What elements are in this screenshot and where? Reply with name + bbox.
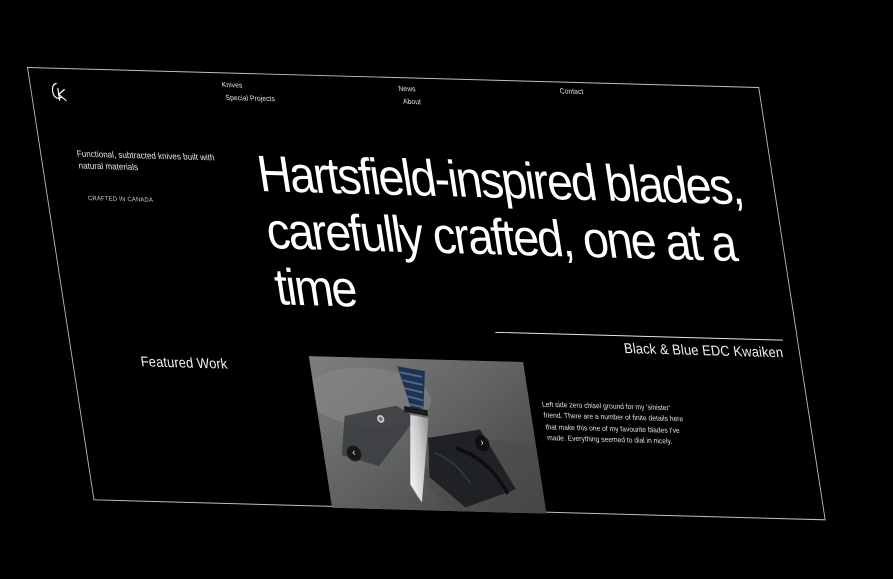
knife-image <box>308 356 547 514</box>
project-divider <box>495 331 783 341</box>
chevron-left-icon: ‹ <box>351 447 357 459</box>
project-title[interactable]: Black & Blue EDC Kwaiken <box>623 341 784 361</box>
nav-contact[interactable]: Contact <box>559 86 584 96</box>
ck-logo-icon <box>51 82 67 102</box>
brand-logo[interactable] <box>48 80 71 102</box>
knife-photo[interactable]: ‹ › <box>308 356 547 514</box>
nav-news[interactable]: News <box>398 84 416 93</box>
featured-work-heading: Featured Work <box>139 354 229 373</box>
crafted-in-label: CRAFTED IN CANADA <box>87 195 154 204</box>
nav-about[interactable]: About <box>402 97 421 106</box>
nav-knives[interactable]: Knives <box>221 80 243 89</box>
project-description: Left side zero chisel ground for my 'sin… <box>541 399 684 446</box>
tagline: Functional, subtracted knives built with… <box>76 148 216 173</box>
website-frame: Knives Special Projects News About Conta… <box>27 67 826 521</box>
chevron-right-icon: › <box>479 437 485 449</box>
nav-special-projects[interactable]: Special Projects <box>225 93 276 103</box>
screenshot-stage: Knives Special Projects News About Conta… <box>0 0 893 579</box>
hero-headline: Hartsfield-inspired blades, carefully cr… <box>253 145 746 319</box>
